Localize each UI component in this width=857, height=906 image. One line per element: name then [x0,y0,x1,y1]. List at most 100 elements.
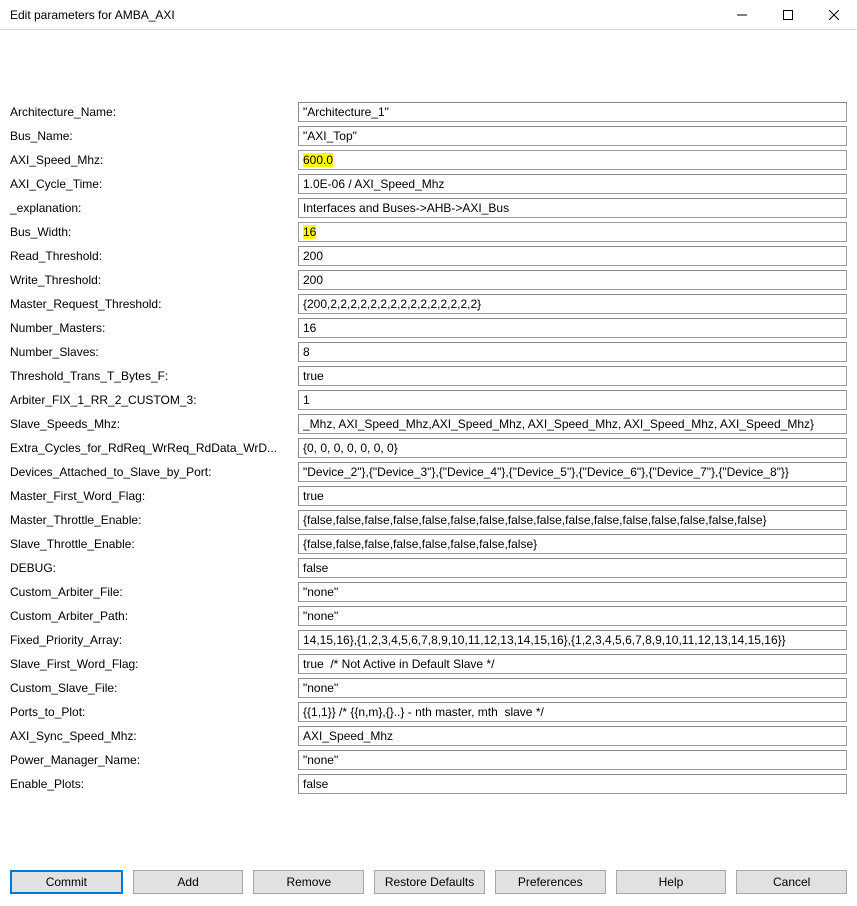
param-value-cell [298,102,847,122]
param-value-cell [298,534,847,554]
param-label: Power_Manager_Name: [10,753,298,767]
highlighted-value: 16 [303,225,316,239]
param-value-input[interactable] [298,654,847,674]
param-value-input[interactable] [298,318,847,338]
param-value-cell [298,630,847,650]
param-value-input[interactable] [298,750,847,770]
param-value-input[interactable] [298,414,847,434]
param-value-cell [298,270,847,290]
param-label: Bus_Width: [10,225,298,239]
param-value-input[interactable] [298,630,847,650]
param-value-input[interactable] [298,198,847,218]
add-button[interactable]: Add [133,870,244,894]
param-value-cell: 16 [298,222,847,242]
param-value-cell [298,438,847,458]
param-value-input[interactable] [298,366,847,386]
param-label: Custom_Arbiter_File: [10,585,298,599]
param-value-input[interactable]: 600.0 [298,150,847,170]
param-row: Slave_First_Word_Flag: [10,652,847,676]
content-area: Architecture_Name:Bus_Name:AXI_Speed_Mhz… [0,30,857,806]
param-value-input[interactable] [298,102,847,122]
remove-button[interactable]: Remove [253,870,364,894]
param-value-input[interactable] [298,126,847,146]
param-value-cell [298,414,847,434]
param-value-cell [298,558,847,578]
window-controls [719,0,857,29]
close-button[interactable] [811,0,857,30]
param-row: Slave_Throttle_Enable: [10,532,847,556]
param-label: Read_Threshold: [10,249,298,263]
param-value-cell [298,342,847,362]
param-value-input[interactable] [298,174,847,194]
param-row: Bus_Width: 16 [10,220,847,244]
param-value-input[interactable] [298,726,847,746]
param-value-cell [298,726,847,746]
param-row: Threshold_Trans_T_Bytes_F: [10,364,847,388]
minimize-button[interactable] [719,0,765,30]
param-value-input[interactable] [298,462,847,482]
restore-defaults-button[interactable]: Restore Defaults [374,870,485,894]
param-label: Slave_First_Word_Flag: [10,657,298,671]
param-label: Slave_Speeds_Mhz: [10,417,298,431]
param-row: Extra_Cycles_for_RdReq_WrReq_RdData_WrD.… [10,436,847,460]
param-row: AXI_Sync_Speed_Mhz: [10,724,847,748]
param-value-cell [298,582,847,602]
param-value-input[interactable] [298,702,847,722]
param-row: Devices_Attached_to_Slave_by_Port: [10,460,847,484]
commit-button[interactable]: Commit [10,870,123,894]
param-row: Enable_Plots: [10,772,847,796]
param-value-input[interactable] [298,678,847,698]
param-value-cell [298,606,847,626]
param-label: Fixed_Priority_Array: [10,633,298,647]
button-bar: Commit Add Remove Restore Defaults Prefe… [10,870,847,894]
param-label: DEBUG: [10,561,298,575]
param-value-input[interactable] [298,246,847,266]
param-value-input[interactable] [298,774,847,794]
param-label: AXI_Sync_Speed_Mhz: [10,729,298,743]
param-value-cell [298,390,847,410]
param-row: Custom_Arbiter_File: [10,580,847,604]
param-value-cell [298,702,847,722]
param-value-input[interactable] [298,534,847,554]
cancel-button[interactable]: Cancel [736,870,847,894]
help-button[interactable]: Help [616,870,727,894]
param-value-cell [298,678,847,698]
param-value-input[interactable] [298,438,847,458]
highlighted-value: 600.0 [303,153,333,167]
param-value-input[interactable] [298,558,847,578]
param-value-input[interactable] [298,582,847,602]
param-label: Master_Request_Threshold: [10,297,298,311]
param-value-cell [298,486,847,506]
param-row: Write_Threshold: [10,268,847,292]
param-label: Threshold_Trans_T_Bytes_F: [10,369,298,383]
param-row: Power_Manager_Name: [10,748,847,772]
param-label: Enable_Plots: [10,777,298,791]
param-label: Slave_Throttle_Enable: [10,537,298,551]
param-label: Master_Throttle_Enable: [10,513,298,527]
param-row: Custom_Arbiter_Path: [10,604,847,628]
param-value-input[interactable]: 16 [298,222,847,242]
param-value-input[interactable] [298,510,847,530]
param-value-input[interactable] [298,606,847,626]
minimize-icon [737,10,747,20]
param-row: Master_First_Word_Flag: [10,484,847,508]
param-label: Ports_to_Plot: [10,705,298,719]
param-label: Number_Masters: [10,321,298,335]
param-value-input[interactable] [298,486,847,506]
param-value-cell [298,654,847,674]
param-row: Number_Slaves: [10,340,847,364]
param-row: Master_Request_Threshold: [10,292,847,316]
param-value-input[interactable] [298,270,847,290]
param-row: Bus_Name: [10,124,847,148]
param-value-input[interactable] [298,342,847,362]
maximize-button[interactable] [765,0,811,30]
param-label: Number_Slaves: [10,345,298,359]
param-label: Devices_Attached_to_Slave_by_Port: [10,465,298,479]
param-value-cell [298,294,847,314]
param-value-input[interactable] [298,294,847,314]
param-value-cell: 600.0 [298,150,847,170]
param-value-cell [298,198,847,218]
preferences-button[interactable]: Preferences [495,870,606,894]
param-value-input[interactable] [298,390,847,410]
param-label: Master_First_Word_Flag: [10,489,298,503]
